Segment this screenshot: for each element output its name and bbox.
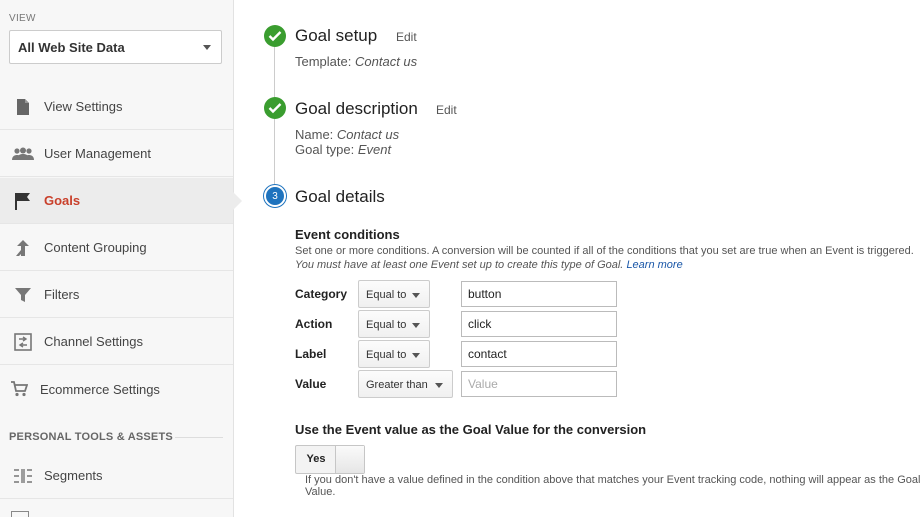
users-icon [11,144,35,164]
condition-label-value: Value [295,377,327,391]
event-conditions-title: Event conditions [295,227,400,242]
action-value-input[interactable] [461,311,617,337]
step-title-description: Goal description [295,99,418,118]
name-meta: Name: Contact us [295,127,399,142]
category-operator-select[interactable]: Equal to [358,280,430,308]
edit-description-link[interactable]: Edit [436,103,457,117]
template-meta: Template: Contact us [295,54,417,69]
operator-value: Greater than [366,379,428,391]
value-value-input[interactable] [461,371,617,397]
chevron-down-icon [412,293,420,298]
goal-value-title: Use the Event value as the Goal Value fo… [295,422,647,437]
check-icon [264,97,286,119]
sidebar-item-label: Goals [44,193,81,208]
value-operator-select[interactable]: Greater than [358,370,453,398]
sidebar-item-filters[interactable]: Filters [0,272,233,318]
toggle-knob [335,446,364,473]
category-value-input[interactable] [461,281,617,307]
operator-value: Equal to [366,289,407,301]
chevron-down-icon [412,323,420,328]
sidebar-item-content-grouping[interactable]: Content Grouping [0,225,233,271]
sidebar: VIEW All Web Site Data View Settings Use… [0,0,242,517]
sidebar-item-label: Channel Settings [44,334,144,349]
view-select[interactable]: All Web Site Data [9,30,222,64]
check-icon [264,25,286,47]
sidebar-item-goals[interactable]: Goals [0,178,242,224]
name-label: Name: [295,127,334,142]
goal-value-toggle[interactable]: Yes [295,445,365,474]
label-operator-select[interactable]: Equal to [358,340,430,368]
channel-icon [11,332,35,352]
sidebar-item-label: Segments [44,468,103,483]
sidebar-item-view-settings[interactable]: View Settings [0,84,233,130]
sidebar-item-label: Ecommerce Settings [40,381,160,397]
operator-value: Equal to [366,349,407,361]
condition-label-label: Label [295,347,327,361]
step-title-details: Goal details [295,187,385,206]
view-select-value: All Web Site Data [18,40,125,55]
type-label: Goal type: [295,142,355,157]
help-line-1: Set one or more conditions. A conversion… [295,245,914,257]
sidebar-item-label: Filters [44,287,80,302]
type-value: Event [357,142,392,157]
name-value: Contact us [336,127,400,142]
cart-icon [7,379,31,399]
condition-label-action: Action [295,317,333,331]
sidebar-item-channel-settings[interactable]: Channel Settings [0,319,233,365]
action-operator-select[interactable]: Equal to [358,310,430,338]
goal-value-note: If you don't have a value defined in the… [305,474,921,498]
grouping-icon [11,238,35,258]
segments-icon [11,466,35,486]
sidebar-item-user-management[interactable]: User Management [0,131,233,177]
label-value-input[interactable] [461,341,617,367]
chevron-down-icon [412,353,420,358]
toggle-label: Yes [306,453,326,465]
condition-label-category: Category [295,287,348,301]
step-number-badge: 3 [264,185,286,207]
main-content: Goal setup Edit Template: Contact us Goa… [234,0,923,517]
flag-icon [11,191,35,211]
view-label: VIEW [9,13,36,24]
chevron-down-icon [203,45,211,50]
type-meta: Goal type: Event [295,142,391,157]
sidebar-item-label: View Settings [44,99,123,114]
operator-value: Equal to [366,319,407,331]
sidebar-item-ecommerce-settings[interactable]: Ecommerce Settings [0,366,233,412]
next-item-icon [11,511,29,517]
section-title: PERSONAL TOOLS & ASSETS [9,431,173,443]
filter-icon [11,285,35,305]
template-value: Contact us [355,54,418,69]
learn-more-link[interactable]: Learn more [626,259,682,271]
chevron-down-icon [435,383,443,388]
sidebar-item-label: User Management [44,146,151,161]
event-conditions-help: Set one or more conditions. A conversion… [295,244,920,272]
edit-setup-link[interactable]: Edit [396,30,417,44]
section-divider [175,437,223,438]
sidebar-item-segments[interactable]: Segments [0,453,233,499]
step-title-setup: Goal setup [295,26,378,45]
template-label: Template: [295,54,352,69]
sidebar-item-label: Content Grouping [44,240,147,255]
document-icon [11,97,35,117]
help-line-2: You must have at least one Event set up … [295,259,624,271]
